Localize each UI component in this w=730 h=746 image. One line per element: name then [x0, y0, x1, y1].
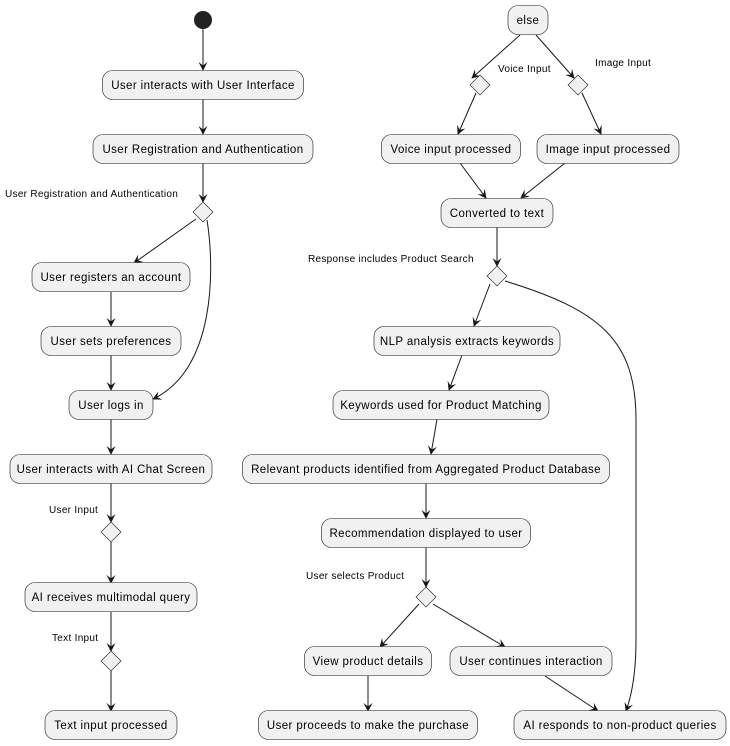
activity-r5: Keywords used for Product Matching: [332, 390, 550, 420]
flow-arrow: [544, 675, 599, 712]
activity-n6: User interacts with AI Chat Screen: [9, 454, 213, 484]
activity-r8: View product details: [304, 646, 432, 676]
decision-diamond: [100, 650, 122, 672]
activity-label: User continues interaction: [459, 656, 602, 668]
activity-label: Recommendation displayed to user: [329, 528, 522, 540]
activity-r0: else: [507, 5, 549, 35]
decision-diamond: [469, 74, 491, 96]
start-node: [194, 11, 212, 29]
activity-n8: Text input processed: [44, 710, 178, 740]
activity-r2: Image input processed: [536, 134, 680, 164]
guard-label: Voice Input: [498, 64, 551, 75]
activity-n5: User logs in: [68, 390, 154, 420]
activity-label: Relevant products identified from Aggreg…: [251, 464, 601, 476]
guard-label: Text Input: [52, 633, 98, 644]
decision-diamond: [567, 74, 589, 96]
guard-label: User Input: [49, 505, 98, 516]
activity-label: Converted to text: [450, 208, 545, 220]
flow-arrow: [472, 283, 491, 327]
flow-arrow: [457, 92, 477, 135]
activity-label: User Registration and Authentication: [102, 144, 303, 156]
flow-arrow: [432, 603, 506, 648]
activity-label: Voice input processed: [391, 144, 512, 156]
activity-n1: User interacts with User Interface: [102, 70, 304, 100]
activity-label: Text input processed: [54, 720, 167, 732]
activity-label: Image input processed: [546, 144, 671, 156]
decision-diamond: [100, 521, 122, 543]
activity-n7: AI receives multimodal query: [24, 582, 198, 612]
activity-r9: User continues interaction: [449, 646, 613, 676]
activity-n4: User sets preferences: [40, 326, 182, 356]
activity-r1: Voice input processed: [381, 134, 521, 164]
guard-label: Response includes Product Search: [308, 254, 474, 265]
flow-arrow: [427, 418, 438, 455]
activity-r10: User proceeds to make the purchase: [258, 710, 478, 740]
activity-n3: User registers an account: [31, 262, 191, 292]
activity-r11: AI responds to non-product queries: [513, 710, 727, 740]
flow-arrow: [379, 603, 420, 648]
flow-arrow: [447, 354, 463, 391]
activity-label: AI responds to non-product queries: [523, 720, 716, 732]
activity-label: User sets preferences: [51, 336, 172, 348]
flow-arrow: [581, 92, 602, 135]
activity-r6: Relevant products identified from Aggreg…: [242, 454, 610, 484]
guard-label: User Registration and Authentication: [5, 189, 178, 200]
activity-r4: NLP analysis extracts keywords: [373, 326, 561, 356]
activity-label: Keywords used for Product Matching: [340, 400, 542, 412]
activity-label: View product details: [313, 656, 424, 668]
activity-r3: Converted to text: [440, 198, 554, 228]
activity-label: NLP analysis extracts keywords: [380, 336, 554, 348]
flow-arrow: [133, 218, 197, 264]
flow-arrow: [459, 162, 487, 199]
guard-label: User selects Product: [306, 571, 404, 582]
activity-label: User logs in: [78, 400, 144, 412]
activity-label: else: [517, 15, 540, 27]
activity-label: User proceeds to make the purchase: [267, 720, 469, 732]
activity-diagram: User interacts with User Interface User R…: [5, 5, 727, 740]
guard-label: Image Input: [595, 58, 651, 69]
activity-r7: Recommendation displayed to user: [321, 518, 531, 548]
activity-label: AI receives multimodal query: [32, 592, 191, 604]
activity-n2: User Registration and Authentication: [92, 134, 314, 164]
flow-arrow: [152, 219, 212, 400]
flow-arrow: [520, 162, 566, 199]
decision-diamond: [486, 265, 508, 287]
activity-label: User registers an account: [40, 272, 181, 284]
activity-label: User interacts with User Interface: [111, 80, 295, 92]
activity-label: User interacts with AI Chat Screen: [17, 464, 206, 476]
